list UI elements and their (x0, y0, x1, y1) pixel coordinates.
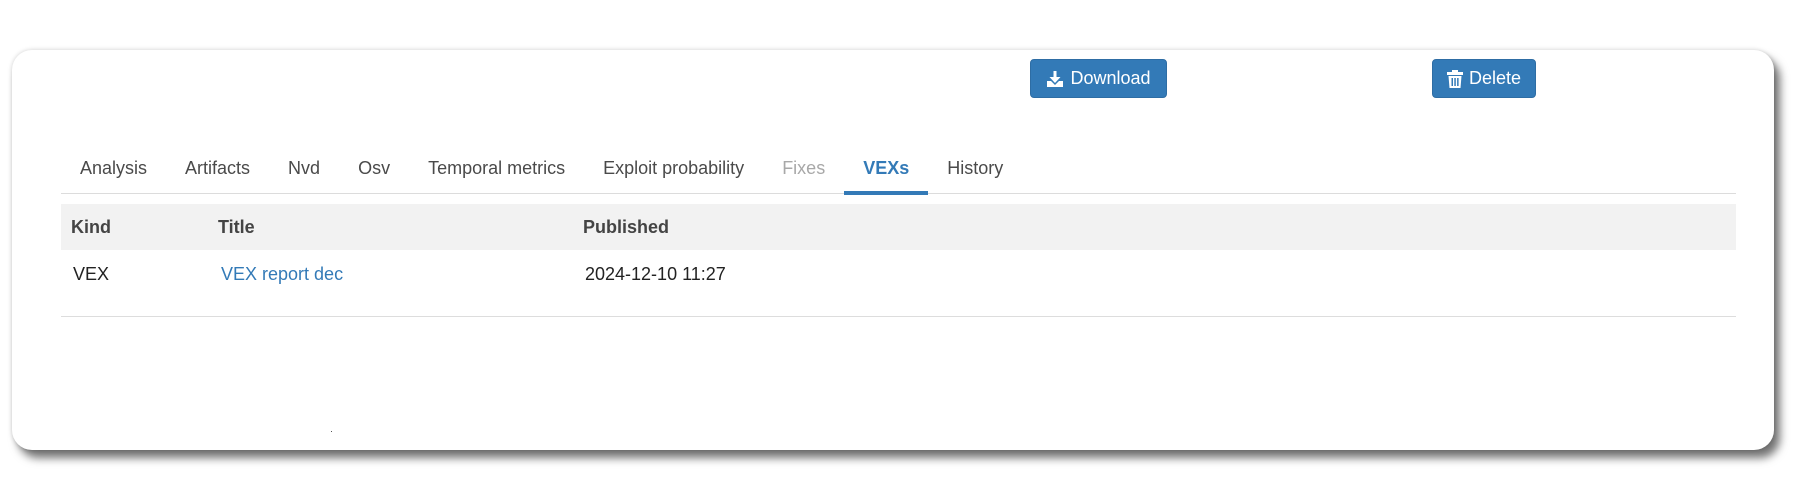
row-title-link[interactable]: VEX report dec (221, 250, 343, 298)
delete-button[interactable]: Delete (1432, 59, 1536, 98)
tab-history[interactable]: History (928, 143, 1022, 193)
tab-osv[interactable]: Osv (339, 143, 409, 193)
tab-artifacts[interactable]: Artifacts (166, 143, 269, 193)
tab-temporal-metrics[interactable]: Temporal metrics (409, 143, 584, 193)
row-kind: VEX (73, 264, 110, 284)
column-header-kind: Kind (71, 217, 111, 237)
tab-fixes: Fixes (782, 158, 826, 178)
tab-exploit-probability[interactable]: Exploit probability (584, 143, 763, 193)
delete-button-label: Delete (1468, 68, 1522, 88)
column-header-title: Title (218, 217, 255, 237)
trash-icon (1446, 69, 1463, 88)
table-header: Kind Title Published (61, 204, 1736, 250)
column-header-published: Published (583, 217, 670, 237)
tab-nvd[interactable]: Nvd (269, 143, 339, 193)
row-published: 2024-12-10 11:27 (585, 264, 726, 284)
download-button[interactable]: Download (1030, 59, 1167, 98)
stray-dot (331, 431, 332, 432)
vex-table: Kind Title Published VEX VEX report dec … (61, 204, 1736, 317)
tab-bar: Analysis Artifacts Nvd Osv Temporal metr… (61, 143, 1736, 195)
tab-vexs[interactable]: VEXs (844, 143, 929, 195)
table-row: VEX VEX report dec 2024-12-10 11:27 (61, 250, 1736, 317)
download-button-label: Download (1070, 68, 1151, 88)
tab-analysis[interactable]: Analysis (61, 143, 166, 193)
download-icon (1046, 70, 1064, 88)
